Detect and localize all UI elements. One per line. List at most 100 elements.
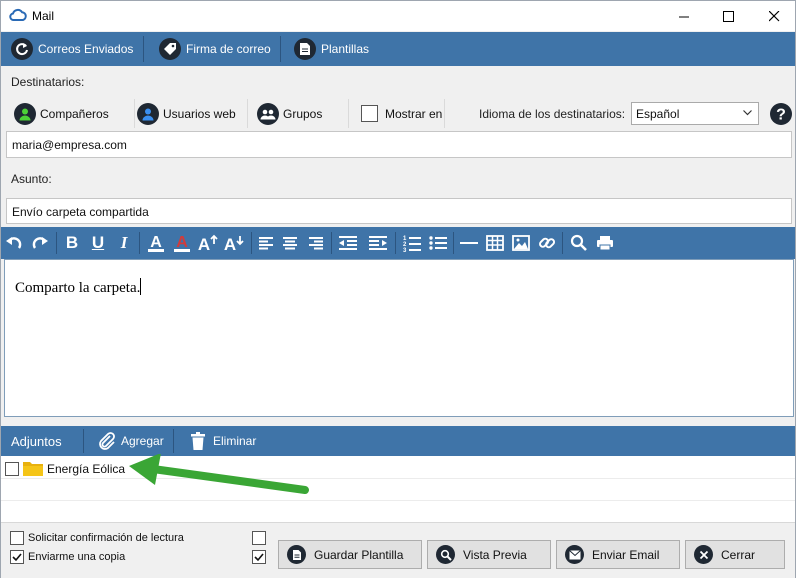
- highlight-color-icon: A: [174, 234, 190, 252]
- coworkers-button[interactable]: Compañeros: [4, 99, 135, 128]
- search-button[interactable]: [566, 227, 592, 259]
- message-editor[interactable]: Comparto la carpeta.: [4, 259, 794, 417]
- send-email-label: Enviar Email: [592, 547, 660, 562]
- trash-icon: [191, 432, 205, 450]
- main-toolbar: Correos Enviados Firma de correo Plantil…: [1, 32, 795, 66]
- svg-text:A: A: [150, 234, 162, 251]
- language-value: Español: [636, 107, 680, 121]
- web-users-label: Usuarios web: [163, 106, 236, 121]
- toolbar-divider: [173, 429, 174, 453]
- image-button[interactable]: [508, 227, 534, 259]
- outdent-button[interactable]: [335, 227, 361, 259]
- underline-icon: U: [91, 233, 105, 252]
- send-copy-option[interactable]: Enviarme una copia: [10, 550, 125, 564]
- show-in-checkbox[interactable]: [361, 105, 378, 122]
- chevron-down-icon: [743, 110, 752, 116]
- align-left-button[interactable]: [253, 227, 279, 259]
- recipients-field[interactable]: maria@empresa.com: [6, 131, 792, 158]
- horizontal-rule-button[interactable]: [456, 227, 482, 259]
- underline-button[interactable]: U: [85, 227, 111, 259]
- toolbar-divider: [562, 232, 563, 254]
- toolbar-divider: [395, 232, 396, 254]
- list-divider: [1, 500, 795, 501]
- decrease-font-button[interactable]: A: [221, 227, 247, 259]
- attachment-item[interactable]: Energía Eólica: [5, 460, 125, 477]
- read-receipt-label: Solicitar confirmación de lectura: [28, 532, 184, 544]
- indent-icon: [369, 236, 387, 250]
- redo-icon: [32, 237, 48, 249]
- link-icon: [539, 237, 556, 249]
- toolbar-divider: [251, 232, 252, 254]
- read-receipt-checkbox[interactable]: [10, 531, 24, 545]
- print-button[interactable]: [592, 227, 618, 259]
- list-divider: [1, 478, 795, 479]
- document-icon: [287, 545, 306, 564]
- editor-toolbar: B U I A A A A 1 2 3: [1, 227, 795, 259]
- send-copy-checkbox[interactable]: [10, 550, 24, 564]
- attachments-list: Energía Eólica: [1, 454, 795, 522]
- add-attachment-label: Agregar: [121, 434, 164, 448]
- toolbar-divider: [331, 232, 332, 254]
- search-icon: [436, 545, 455, 564]
- read-receipt-option[interactable]: Solicitar confirmación de lectura: [10, 531, 184, 545]
- close-button[interactable]: Cerrar: [685, 540, 785, 569]
- refresh-icon: [11, 38, 33, 60]
- message-body-text: Comparto la carpeta.: [15, 280, 141, 296]
- image-icon: [512, 235, 530, 251]
- sent-mails-button[interactable]: Correos Enviados: [11, 32, 133, 66]
- send-email-button[interactable]: Enviar Email: [556, 540, 680, 569]
- folder-icon: [23, 462, 43, 476]
- increase-font-button[interactable]: A: [195, 227, 221, 259]
- minimize-button[interactable]: [661, 1, 707, 31]
- templates-label: Plantillas: [321, 42, 370, 56]
- highlight-color-button[interactable]: A: [169, 227, 195, 259]
- attachment-checkbox[interactable]: [5, 461, 19, 476]
- document-icon: [294, 38, 316, 60]
- align-left-icon: [259, 237, 273, 250]
- italic-icon: I: [120, 233, 128, 252]
- groups-button[interactable]: Grupos: [248, 99, 349, 128]
- attachments-label: Adjuntos: [11, 434, 62, 449]
- envelope-icon: [565, 545, 584, 564]
- outdent-icon: [339, 236, 357, 250]
- web-users-button[interactable]: Usuarios web: [135, 99, 248, 128]
- table-button[interactable]: [482, 227, 508, 259]
- language-select[interactable]: Español: [631, 102, 759, 125]
- add-attachment-button[interactable]: Agregar: [97, 426, 164, 456]
- help-icon[interactable]: ?: [769, 102, 793, 126]
- redo-button[interactable]: [27, 227, 53, 259]
- svg-text:A: A: [176, 234, 188, 251]
- tag-icon: [159, 38, 181, 60]
- numbered-list-button[interactable]: 123: [399, 227, 425, 259]
- italic-button[interactable]: I: [111, 227, 137, 259]
- bold-button[interactable]: B: [59, 227, 85, 259]
- delete-attachment-button[interactable]: Eliminar: [190, 426, 256, 456]
- signature-button[interactable]: Firma de correo: [159, 32, 271, 66]
- save-template-button[interactable]: Guardar Plantilla: [278, 540, 422, 569]
- bullet-list-button[interactable]: [425, 227, 451, 259]
- subject-label: Asunto:: [11, 172, 52, 186]
- font-color-button[interactable]: A: [143, 227, 169, 259]
- align-right-button[interactable]: [303, 227, 329, 259]
- preview-label: Vista Previa: [463, 547, 527, 562]
- user-green-icon: [14, 102, 36, 125]
- subject-field[interactable]: Envío carpeta compartida: [6, 198, 792, 224]
- send-copy-label: Enviarme una copia: [28, 551, 126, 563]
- show-in-toggle[interactable]: Mostrar en: [349, 99, 445, 128]
- preview-button[interactable]: Vista Previa: [427, 540, 551, 569]
- extra-option-checkbox[interactable]: [252, 531, 266, 545]
- undo-button[interactable]: [1, 227, 27, 259]
- coworkers-label: Compañeros: [40, 106, 109, 121]
- toolbar-divider: [453, 232, 454, 254]
- extra-option-checkbox-checked[interactable]: [252, 550, 266, 564]
- attachment-name: Energía Eólica: [47, 461, 126, 476]
- templates-button[interactable]: Plantillas: [294, 32, 369, 66]
- cloud-app-icon: [9, 8, 27, 21]
- align-center-button[interactable]: [277, 227, 303, 259]
- maximize-button[interactable]: [705, 1, 751, 31]
- indent-button[interactable]: [365, 227, 391, 259]
- close-window-button[interactable]: [751, 1, 796, 31]
- svg-text:A: A: [198, 235, 210, 252]
- svg-text:?: ?: [776, 107, 786, 124]
- link-button[interactable]: [534, 227, 560, 259]
